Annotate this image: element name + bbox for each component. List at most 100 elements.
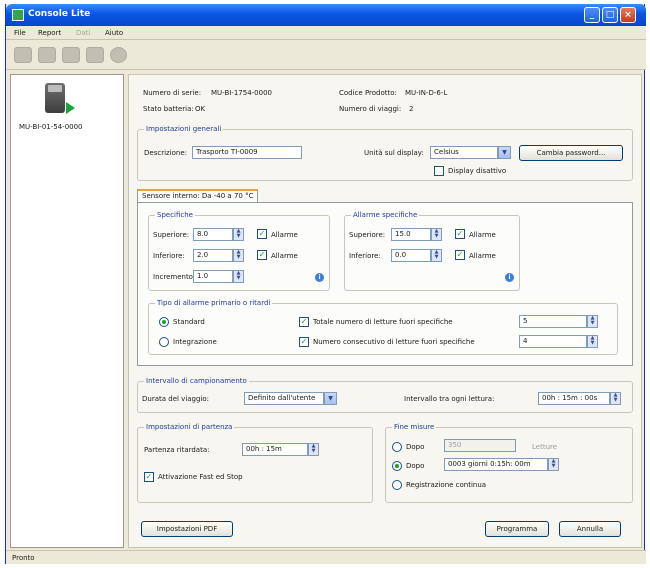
start-settings-group: Impostazioni di partenza Partenza ritard… (137, 423, 373, 503)
toolbar (6, 40, 646, 70)
end-days-input[interactable]: 0003 giorni 0:15h: 00m (444, 458, 548, 471)
program-button[interactable]: Programma (485, 521, 549, 537)
alarm-type-group: Tipo di allarme primario o ritardi Stand… (148, 299, 618, 355)
minimize-button[interactable]: _ (584, 7, 600, 23)
alarm-type-title: Tipo di allarme primario o ritardi (155, 299, 273, 307)
serial-value: MU-BI-1754-0000 (211, 89, 272, 97)
change-password-button[interactable]: Cambia password... (519, 145, 623, 161)
spec-upper-stepper[interactable]: ▲ ▼ (233, 228, 244, 241)
alarm-lower-input[interactable]: 0.0 (391, 249, 431, 262)
integration-label: Integrazione (173, 338, 217, 346)
consecutive-readings-label: Numero consecutivo di letture fuori spec… (313, 338, 475, 346)
refresh-icon[interactable] (110, 47, 127, 63)
alarm-lower-checkbox[interactable]: ✓ (455, 250, 465, 260)
battery-value: OK (195, 105, 206, 113)
spec-lower-alarm-checkbox[interactable]: ✓ (257, 250, 267, 260)
app-icon (12, 9, 24, 21)
chevron-down-icon[interactable]: ▼ (324, 392, 337, 405)
alarm-upper-checkbox[interactable]: ✓ (455, 229, 465, 239)
cancel-button[interactable]: Annulla (559, 521, 621, 537)
general-settings-group: Impostazioni generali Descrizione: Trasp… (137, 125, 633, 181)
spec-lower-stepper[interactable]: ▲ ▼ (233, 249, 244, 262)
export-icon[interactable] (86, 47, 104, 63)
settings-panel: Numero di serie: MU-BI-1754-0000 Codice … (128, 74, 642, 548)
spec-upper-label: Superiore: (153, 231, 190, 239)
trip-duration-select[interactable]: Definito dall'utente (244, 392, 324, 405)
info-icon[interactable]: i (505, 273, 514, 282)
alarm-upper-alarm-label: Allarme (469, 231, 496, 239)
consecutive-readings-checkbox[interactable]: ✓ (299, 337, 309, 347)
alarm-upper-stepper[interactable]: ▲ ▼ (431, 228, 442, 241)
end-readings-unit: Letture (532, 443, 558, 451)
chevron-down-icon[interactable]: ▼ (498, 146, 511, 159)
display-unit-select[interactable]: Celsius (430, 146, 498, 159)
total-readings-stepper[interactable]: ▲ ▼ (587, 315, 598, 328)
end-after-days-radio[interactable] (392, 461, 402, 471)
menu-report[interactable]: Report (38, 29, 61, 37)
menu-help[interactable]: Aiuto (105, 29, 123, 37)
reading-interval-label: Intervallo tra ogni lettura: (404, 395, 495, 403)
continuous-recording-radio[interactable] (392, 480, 402, 490)
increment-stepper[interactable]: ▲ ▼ (233, 270, 244, 283)
reading-interval-stepper[interactable]: ▲ ▼ (610, 392, 621, 405)
reading-interval-input[interactable]: 00h : 15m : 00s (538, 392, 610, 405)
consecutive-readings-input[interactable]: 4 (519, 335, 587, 348)
copy-icon[interactable] (62, 47, 80, 63)
consecutive-readings-stepper[interactable]: ▲ ▼ (587, 335, 598, 348)
play-icon (66, 102, 75, 114)
spec-upper-alarm-label: Allarme (271, 231, 298, 239)
description-input[interactable]: Trasporto TI-0009 (192, 146, 302, 159)
start-stop-label: Attivazione Fast ed Stop (158, 473, 243, 481)
logger-device-icon[interactable] (45, 83, 65, 113)
pdf-settings-button[interactable]: Impostazioni PDF (141, 521, 233, 537)
application-window: Console Lite _ □ × File Report Dati Aiut… (5, 4, 646, 564)
sampling-interval-group: Intervallo di campionamento Durata del v… (137, 377, 633, 413)
device-label[interactable]: MU-BI-01-54-0000 (19, 123, 83, 131)
general-settings-title: Impostazioni generali (144, 125, 224, 133)
end-measurement-group: Fine misure Dopo 350 Letture Dopo 0003 g… (385, 423, 633, 503)
increment-input[interactable]: 1.0 (193, 270, 233, 283)
print-icon[interactable] (38, 47, 56, 63)
info-icon[interactable]: i (315, 273, 324, 282)
display-disabled-checkbox[interactable] (434, 166, 444, 176)
spec-upper-alarm-checkbox[interactable]: ✓ (257, 229, 267, 239)
end-after-readings-radio[interactable] (392, 442, 402, 452)
alarm-lower-alarm-label: Allarme (469, 252, 496, 260)
menu-data[interactable]: Dati (76, 29, 90, 37)
trips-label: Numero di viaggi: (339, 105, 402, 113)
alarm-upper-input[interactable]: 15.0 (391, 228, 431, 241)
close-button[interactable]: × (620, 7, 636, 23)
spec-lower-input[interactable]: 2.0 (193, 249, 233, 262)
start-stop-checkbox[interactable]: ✓ (144, 472, 154, 482)
specifications-group: Specifiche Superiore: 8.0 ▲ ▼ ✓ Allarme I… (148, 211, 330, 291)
standard-radio[interactable] (159, 317, 169, 327)
battery-label: Stato batteria: (143, 105, 194, 113)
title-bar[interactable]: Console Lite _ □ × (6, 4, 646, 26)
increment-label: Incremento: (153, 273, 196, 281)
integration-radio[interactable] (159, 337, 169, 347)
end-readings-input[interactable]: 350 (444, 439, 516, 452)
start-delay-stepper[interactable]: ▲ ▼ (308, 443, 319, 456)
menu-bar: File Report Dati Aiuto (6, 26, 646, 40)
product-code-label: Codice Prodotto: (339, 89, 397, 97)
total-readings-checkbox[interactable]: ✓ (299, 317, 309, 327)
maximize-button[interactable]: □ (602, 7, 618, 23)
continuous-recording-label: Registrazione continua (406, 481, 487, 489)
alarm-lower-stepper[interactable]: ▲ ▼ (431, 249, 442, 262)
save-icon[interactable] (14, 47, 32, 63)
display-unit-label: Unità sul display: (364, 149, 424, 157)
window-title: Console Lite (28, 9, 91, 19)
spec-upper-input[interactable]: 8.0 (193, 228, 233, 241)
status-bar: Pronto (6, 550, 646, 564)
total-readings-input[interactable]: 5 (519, 315, 587, 328)
spec-lower-alarm-label: Allarme (271, 252, 298, 260)
tab-internal-sensor[interactable]: Sensore interno: Da -40 a 70 °C (137, 189, 259, 202)
start-delay-input[interactable]: 00h : 15m (242, 443, 308, 456)
standard-label: Standard (173, 318, 205, 326)
menu-file[interactable]: File (14, 29, 26, 37)
sampling-interval-title: Intervallo di campionamento (144, 377, 249, 385)
end-days-stepper[interactable]: ▲ ▼ (548, 458, 559, 471)
start-delay-label: Partenza ritardata: (144, 446, 210, 454)
end-option2-label: Dopo (406, 462, 425, 470)
end-measurement-title: Fine misure (392, 423, 437, 431)
